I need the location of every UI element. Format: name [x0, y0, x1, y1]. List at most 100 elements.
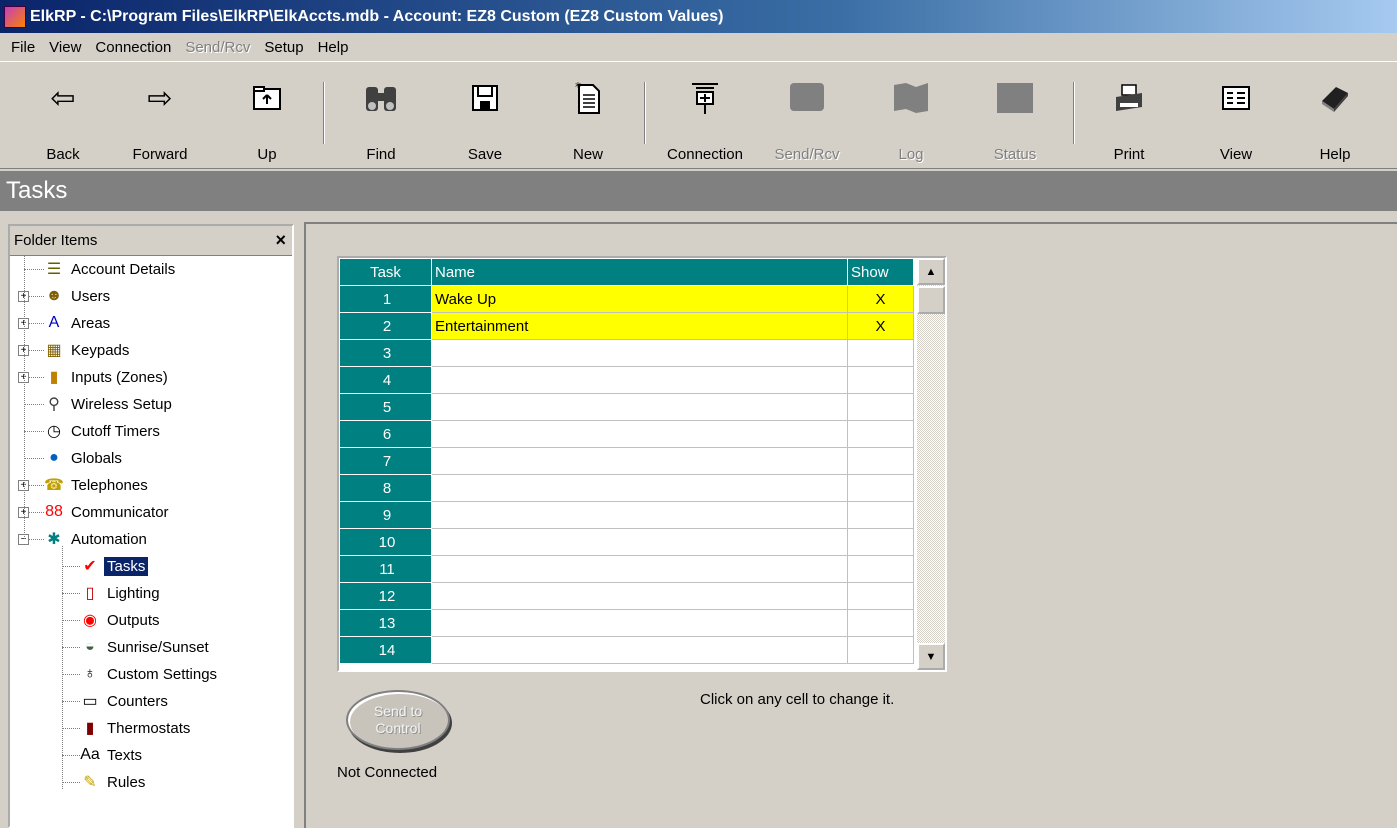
scroll-down-button[interactable]: ▼ [917, 643, 945, 670]
task-number-cell: 11 [339, 555, 432, 583]
help-label: Help [1319, 146, 1351, 163]
new-button[interactable]: * New [543, 72, 633, 167]
tree-item-inputs-zones[interactable]: + ▮ Inputs (Zones) [10, 364, 292, 391]
find-button[interactable]: Find [336, 72, 426, 167]
tree-item-label: Custom Settings [107, 666, 218, 683]
menu-file[interactable]: File [4, 39, 42, 56]
task-show-cell[interactable]: X [847, 285, 914, 313]
log-label: Log [898, 146, 924, 163]
folder-items-header: Folder Items × [10, 226, 292, 256]
task-show-cell[interactable] [847, 528, 914, 556]
lighting-icon: ▯ [85, 585, 95, 602]
tree-item-label: Account Details [71, 261, 176, 278]
task-show-cell[interactable] [847, 636, 914, 664]
task-show-cell[interactable]: X [847, 312, 914, 340]
tree-item-label: Globals [71, 450, 122, 467]
back-button[interactable]: ⇦ Back [18, 72, 108, 167]
tree-item-globals[interactable]: ● Globals [10, 445, 292, 472]
task-show-cell[interactable] [847, 555, 914, 583]
menu-setup[interactable]: Setup [257, 39, 310, 56]
menu-sendrcv: Send/Rcv [185, 38, 251, 56]
table-row: 9 [339, 501, 914, 529]
tree-item-areas[interactable]: + A Areas [10, 310, 292, 337]
tree-item-label: Sunrise/Sunset [107, 639, 209, 656]
print-button[interactable]: Print [1084, 72, 1174, 167]
task-show-cell[interactable] [847, 393, 914, 421]
task-name-cell[interactable] [431, 474, 848, 502]
menu-help[interactable]: Help [311, 39, 356, 56]
tree-item-account-details[interactable]: ☰ Account Details [10, 256, 292, 283]
tree-item-texts[interactable]: Aa Texts [10, 742, 292, 769]
help-button[interactable]: Help [1290, 72, 1380, 167]
task-name-cell[interactable] [431, 366, 848, 394]
tree-item-wireless-setup[interactable]: ⚲ Wireless Setup [10, 391, 292, 418]
globe-icon: ● [49, 449, 59, 466]
task-show-cell[interactable] [847, 366, 914, 394]
scroll-up-button[interactable]: ▲ [917, 258, 945, 285]
task-name-cell[interactable] [431, 420, 848, 448]
task-show-cell[interactable] [847, 582, 914, 610]
tree-item-thermostats[interactable]: ▮ Thermostats [10, 715, 292, 742]
tree-connector [62, 620, 80, 621]
task-name-cell[interactable] [431, 555, 848, 583]
up-folder-icon [247, 78, 287, 118]
forward-arrow-icon: ⇨ [147, 81, 173, 115]
close-icon[interactable]: × [275, 230, 286, 251]
tree-item-label: Keypads [71, 342, 130, 359]
keypads-icon: ▦ [46, 342, 62, 359]
tree-connector [62, 728, 80, 729]
task-name-cell[interactable] [431, 501, 848, 529]
tree-item-communicator[interactable]: +88 Communicator [10, 499, 292, 526]
task-number-cell: 7 [339, 447, 432, 475]
tree-item-cutoff-timers[interactable]: ◷ Cutoff Timers [10, 418, 292, 445]
task-name-cell[interactable] [431, 582, 848, 610]
communicator-icon: 88 [45, 503, 63, 520]
task-number-cell: 6 [339, 420, 432, 448]
menu-view[interactable]: View [42, 39, 88, 56]
task-name-cell[interactable]: Entertainment [431, 312, 848, 340]
task-name-cell[interactable] [431, 339, 848, 367]
tree-connector [24, 431, 44, 432]
save-button[interactable]: Save [440, 72, 530, 167]
tree-item-keypads[interactable]: + ▦ Keypads [10, 337, 292, 364]
task-name-cell[interactable] [431, 393, 848, 421]
scroll-thumb[interactable] [917, 286, 945, 314]
tree-connector [62, 674, 80, 675]
tree-item-label: Communicator [71, 504, 169, 521]
table-row: 6 [339, 420, 914, 448]
table-row: 1 Wake Up X [339, 285, 914, 313]
tree-item-custom-settings[interactable]: ♁ Custom Settings [10, 661, 292, 688]
task-show-cell[interactable] [847, 474, 914, 502]
task-name-cell[interactable]: Wake Up [431, 285, 848, 313]
task-name-cell[interactable] [431, 609, 848, 637]
forward-button[interactable]: ⇨ Forward [115, 72, 205, 167]
hint-text: Click on any cell to change it. [700, 691, 895, 708]
tree-item-rules[interactable]: ✎ Rules [10, 769, 292, 796]
tree-item-sunrise-sunset[interactable]: ◒ Sunrise/Sunset [10, 634, 292, 661]
task-show-cell[interactable] [847, 501, 914, 529]
tree-item-lighting[interactable]: ▯ Lighting [10, 580, 292, 607]
task-show-cell[interactable] [847, 420, 914, 448]
task-show-cell[interactable] [847, 609, 914, 637]
up-button[interactable]: Up [222, 72, 312, 167]
tree-item-users[interactable]: + ☻ Users [10, 283, 292, 310]
tasks-table: Task Name Show 1 Wake Up X 2 Entertainment X 3… [339, 258, 914, 664]
task-name-cell[interactable] [431, 636, 848, 664]
tree-item-counters[interactable]: ▭ Counters [10, 688, 292, 715]
task-name-cell[interactable] [431, 528, 848, 556]
folder-items-pane: Folder Items × ☰ Account Details + ☻ Users + A… [8, 224, 294, 828]
task-show-cell[interactable] [847, 339, 914, 367]
vertical-scrollbar[interactable]: ▲ ▼ [917, 258, 945, 670]
connection-button[interactable]: Connection [660, 72, 750, 167]
task-name-cell[interactable] [431, 447, 848, 475]
tree-item-telephones[interactable]: + ☎ Telephones [10, 472, 292, 499]
tree-item-tasks[interactable]: ✔ Tasks [10, 553, 292, 580]
sendrcv-icon [787, 78, 827, 118]
task-show-cell[interactable] [847, 447, 914, 475]
view-button[interactable]: View [1191, 72, 1281, 167]
tree-root-line [24, 256, 25, 539]
tree-item-outputs[interactable]: ◉ Outputs [10, 607, 292, 634]
tree-item-automation[interactable]: − ✱ Automation [10, 526, 292, 553]
folder-tree: ☰ Account Details + ☻ Users + A Areas + ▦ Keypads +… [10, 256, 292, 796]
menu-connection[interactable]: Connection [88, 39, 178, 56]
